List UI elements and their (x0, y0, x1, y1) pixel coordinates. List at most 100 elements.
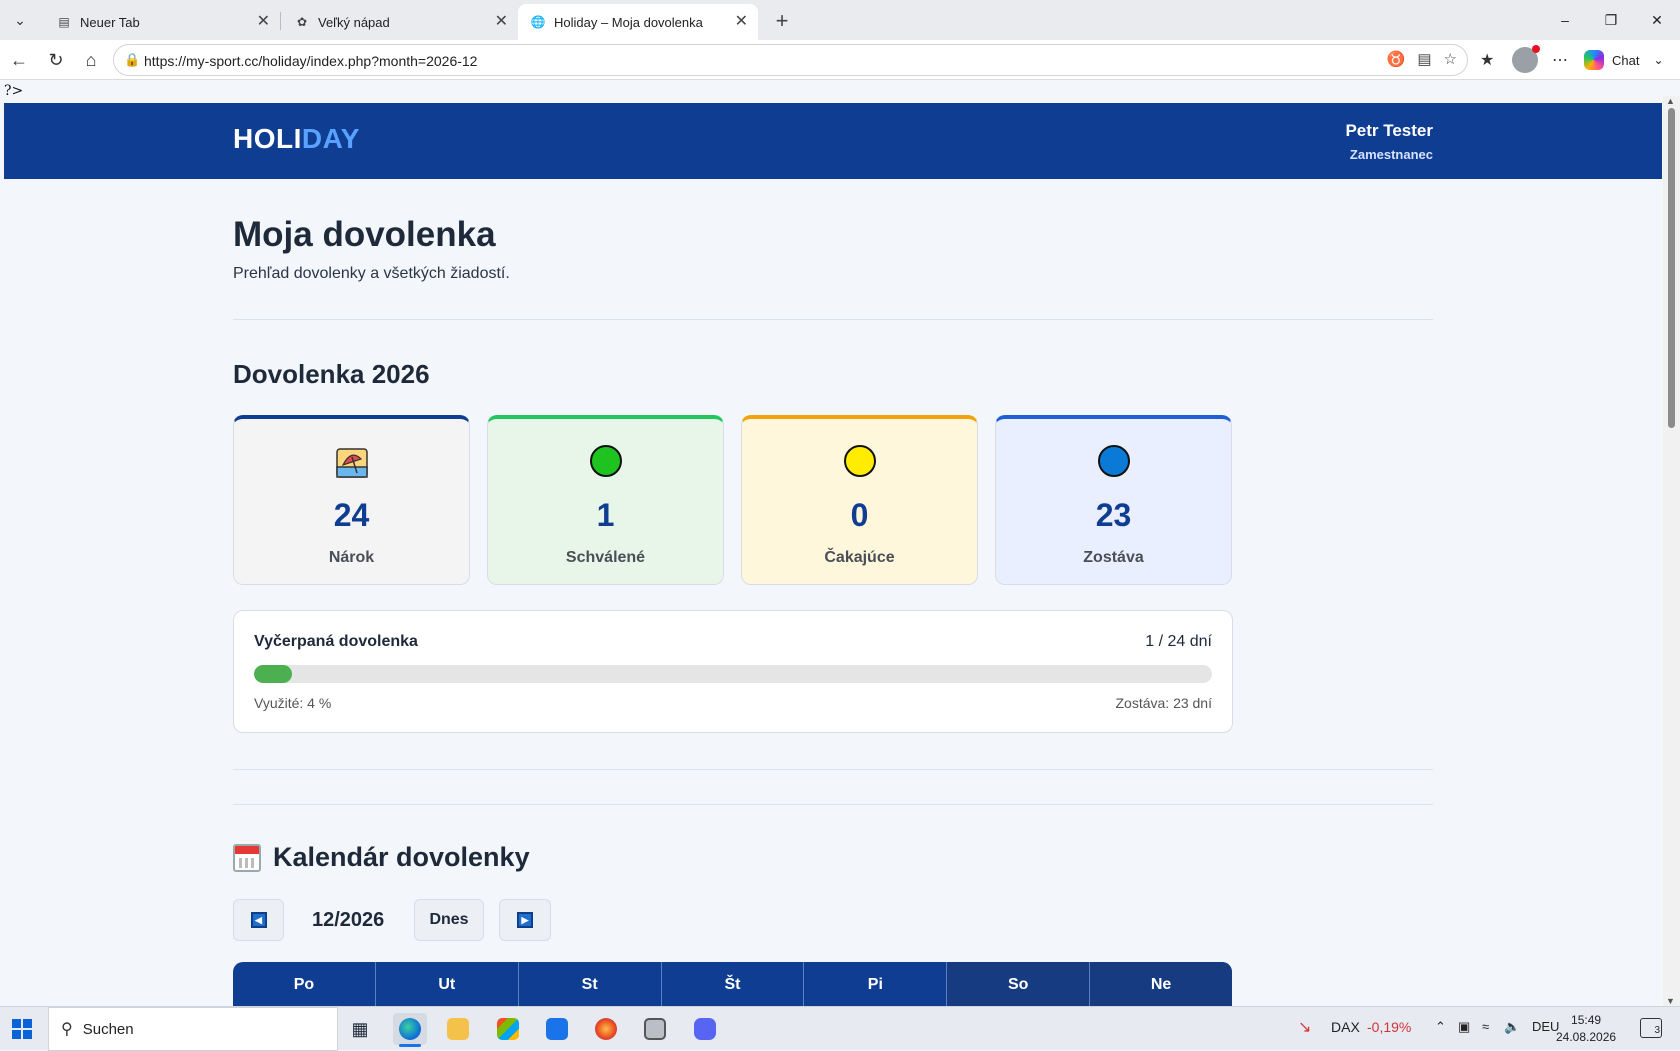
window-close-icon[interactable]: ✕ (1634, 0, 1680, 40)
tab-neuer-tab[interactable]: ▤ Neuer Tab ✕ (44, 4, 280, 40)
tab-velky-napad[interactable]: ✿ Veľký nápad ✕ (282, 4, 518, 40)
beach-umbrella-icon (335, 448, 368, 478)
chevron-up-icon[interactable]: ⌃ (1435, 1019, 1446, 1035)
notification-dot-icon (1532, 45, 1540, 53)
back-arrow-icon[interactable]: ← (5, 46, 33, 74)
favorites-icon[interactable]: ★ (1480, 50, 1494, 70)
windows-start-icon[interactable] (12, 1019, 32, 1039)
scrollbar-thumb[interactable] (1668, 108, 1675, 428)
minimize-icon[interactable]: – (1542, 0, 1588, 40)
section-title: Dovolenka 2026 (233, 359, 430, 389)
stat-card-zostava: 23 Zostáva (995, 415, 1232, 585)
page-title: Moja dovolenka (233, 215, 496, 254)
clock-time: 15:49 (1571, 1013, 1602, 1027)
restore-icon[interactable]: ❐ (1588, 0, 1634, 40)
user-name: Petr Tester (1345, 121, 1433, 140)
weekday-stv: Št (662, 962, 805, 1006)
chevron-down-icon[interactable]: ⌄ (1653, 53, 1663, 67)
previous-month-button[interactable]: ◀ (233, 899, 284, 941)
lock-icon[interactable]: 🔒 (124, 52, 140, 68)
calendar-weekday-header: Po Ut St Št Pi So Ne (233, 962, 1232, 1006)
weekday-po: Po (233, 962, 376, 1006)
firefox-icon[interactable] (589, 1013, 623, 1045)
taskbar-search[interactable]: ⚲ Suchen (48, 1007, 338, 1051)
holiday-logo[interactable]: HOLIDAY (233, 123, 360, 155)
yellow-circle-icon (843, 445, 876, 477)
vacation-progress-panel: Vyčerpaná dovolenka 1 / 24 dní Využité: … (233, 610, 1233, 733)
home-icon[interactable]: ⌂ (77, 46, 105, 74)
dax-value[interactable]: -0,19% (1367, 1019, 1411, 1035)
today-button[interactable]: Dnes (414, 899, 484, 941)
divider (233, 319, 1433, 320)
globe-icon: 🌐 (530, 15, 546, 29)
url-text[interactable]: https://my-sport.cc/holiday/index.php?mo… (144, 53, 477, 69)
green-circle-icon (589, 445, 622, 477)
mail-icon[interactable] (540, 1013, 574, 1045)
user-role: Zamestnanec (1349, 147, 1433, 162)
stat-value: 0 (850, 497, 869, 533)
weekday-st: St (519, 962, 662, 1006)
clock-date: 24.08.2026 (1556, 1030, 1617, 1044)
tab-holiday[interactable]: 🌐 Holiday – Moja dovolenka ✕ (518, 4, 758, 40)
windows-taskbar: ⚲ Suchen ▦ ↘ DAX -0,19% ⌃ ▣ ≈ 🔈 DEU 15:4… (0, 1006, 1680, 1051)
stat-label: Čakajúce (824, 549, 895, 566)
more-menu-icon[interactable]: ⋯ (1552, 50, 1568, 70)
scroll-up-icon[interactable]: ▲ (1666, 96, 1675, 106)
app-header: HOLIDAY Petr Tester Zamestnanec (4, 103, 1662, 179)
scroll-down-icon[interactable]: ▼ (1666, 996, 1675, 1006)
progress-fill (254, 665, 293, 683)
taskbar-clock[interactable]: 15:49 24.08.2026 (1556, 1012, 1616, 1046)
page-subtitle: Prehľad dovolenky a všetkých žiadostí. (233, 265, 510, 282)
stat-value: 1 (596, 497, 615, 533)
close-icon[interactable]: ✕ (735, 13, 748, 31)
new-tab-plus-icon[interactable]: + (768, 7, 796, 35)
close-icon[interactable]: ✕ (495, 13, 508, 31)
file-explorer-icon[interactable] (441, 1013, 475, 1045)
progress-used-label: Využité: 4 % (254, 695, 332, 711)
tab-list-chevron-icon[interactable]: ⌄ (6, 6, 34, 34)
next-month-button[interactable]: ▶ (499, 899, 551, 941)
calendar-icon (233, 843, 261, 872)
divider (233, 769, 1433, 770)
profile-avatar[interactable] (1512, 45, 1540, 73)
volume-icon[interactable]: 🔈 (1504, 1019, 1520, 1035)
favorite-star-icon[interactable]: ☆ (1444, 50, 1457, 68)
meet-now-icon[interactable]: ▣ (1458, 1019, 1470, 1035)
progress-track (254, 665, 1212, 683)
notification-center-icon[interactable]: 3 (1640, 1018, 1662, 1038)
stock-chart-icon[interactable]: ↘ (1298, 1017, 1311, 1037)
discord-icon[interactable] (688, 1013, 722, 1045)
page-viewport: ?> HOLIDAY Petr Tester Zamestnanec Moja … (0, 81, 1680, 1006)
search-icon: ⚲ (61, 1021, 73, 1038)
task-view-icon[interactable]: ▦ (343, 1013, 377, 1045)
weekday-pi: Pi (804, 962, 948, 1006)
weekday-ne: Ne (1090, 962, 1232, 1006)
reload-icon[interactable]: ↻ (42, 46, 70, 74)
calendar-title: Kalendár dovolenky (233, 842, 530, 873)
reader-mode-icon[interactable]: ▤ (1417, 50, 1431, 68)
edge-icon[interactable] (393, 1013, 427, 1047)
address-bar[interactable]: 🔒 https://my-sport.cc/holiday/index.php?… (113, 44, 1468, 76)
weekday-so: So (947, 962, 1091, 1006)
microsoft-store-icon[interactable] (491, 1013, 525, 1045)
close-icon[interactable]: ✕ (257, 13, 270, 31)
app-window-icon[interactable] (638, 1013, 672, 1045)
page-scrollbar[interactable]: ▲ ▼ (1663, 96, 1680, 1006)
dax-label[interactable]: DAX (1331, 1019, 1360, 1035)
copilot-chat-button[interactable]: Chat ⌄ (1584, 48, 1664, 72)
divider (233, 804, 1433, 805)
weekday-ut: Ut (376, 962, 519, 1006)
browser-toolbar: ← ↻ ⌂ 🔒 https://my-sport.cc/holiday/inde… (0, 40, 1680, 80)
chat-label: Chat (1612, 52, 1640, 68)
stat-card-narok: 24 Nárok (233, 415, 470, 585)
progress-title: Vyčerpaná dovolenka (254, 633, 418, 650)
stray-php-text: ?> (4, 83, 24, 99)
stat-label: Schválené (565, 549, 646, 566)
page-icon: ▤ (58, 15, 70, 29)
wifi-icon[interactable]: ≈ (1482, 1019, 1489, 1034)
progress-remaining-label: Zostáva: 23 dní (1115, 695, 1212, 711)
translate-icon[interactable]: ♉ (1387, 50, 1406, 68)
calendar-month: 12/2026 (312, 909, 385, 931)
stat-label: Zostáva (1083, 549, 1144, 566)
arrow-left-icon: ◀ (250, 912, 267, 928)
